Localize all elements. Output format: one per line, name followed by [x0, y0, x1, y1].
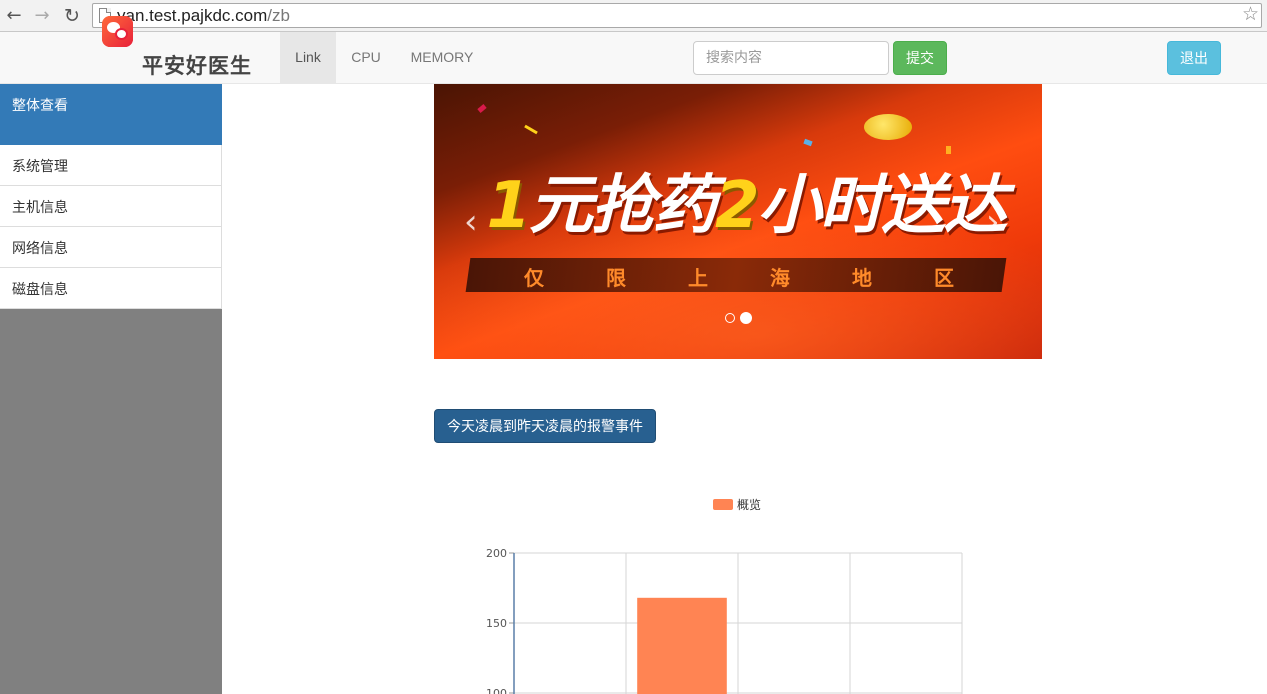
tab-cpu[interactable]: CPU — [336, 32, 396, 83]
search-input[interactable] — [693, 41, 889, 75]
sidebar-item-host[interactable]: 主机信息 — [0, 186, 222, 227]
y-tick-label: 150 — [486, 617, 507, 630]
promo-carousel[interactable]: 1元抢药2小时送达 仅 限 上 海 地 区 ‹ › — [434, 84, 1042, 359]
confetti — [946, 146, 951, 154]
confetti — [524, 124, 538, 135]
logout-button[interactable]: 退出 — [1167, 41, 1221, 75]
address-bar[interactable]: yan.test.pajkdc.com/zb ☆ — [92, 3, 1262, 28]
forward-arrow-icon[interactable]: → — [31, 5, 53, 27]
bar-overview — [637, 597, 727, 694]
carousel-next-icon[interactable]: › — [986, 202, 1000, 242]
coin-graphic — [864, 114, 912, 140]
promo-band-text: 仅 限 上 海 地 区 — [524, 266, 954, 290]
bookmark-star-icon[interactable]: ☆ — [1242, 3, 1259, 25]
y-tick-label: 100 — [486, 687, 507, 694]
tab-memory[interactable]: MEMORY — [396, 32, 488, 83]
back-arrow-icon[interactable]: ← — [3, 5, 25, 27]
reload-icon[interactable]: ↻ — [61, 5, 83, 27]
carousel-indicator-2[interactable] — [740, 312, 752, 324]
confetti — [803, 138, 813, 147]
navbar-content: Link CPU MEMORY 提交 退出 — [0, 32, 1267, 84]
promo-headline: 1元抢药2小时送达 — [486, 169, 1007, 243]
browser-toolbar: ← → ↻ yan.test.pajkdc.com/zb ☆ — [0, 0, 1267, 32]
confetti — [477, 104, 487, 113]
carousel-indicator-1[interactable] — [725, 313, 735, 323]
sidebar-item-network[interactable]: 网络信息 — [0, 227, 222, 268]
sidebar-item-overview[interactable]: 整体查看 — [0, 84, 222, 145]
tab-link[interactable]: Link — [280, 32, 336, 83]
overview-bar-chart: 概览 100 150 200 — [486, 497, 963, 694]
sidebar-item-system[interactable]: 系统管理 — [0, 145, 222, 186]
y-tick-label: 200 — [486, 547, 507, 560]
submit-button[interactable]: 提交 — [893, 41, 947, 75]
url-text: yan.test.pajkdc.com/zb — [117, 6, 290, 25]
alarm-events-button[interactable]: 今天凌晨到昨天凌晨的报警事件 — [434, 409, 656, 443]
legend-label: 概览 — [737, 497, 761, 512]
legend-swatch — [713, 499, 733, 510]
sidebar: 整体查看 系统管理 主机信息 网络信息 磁盘信息 — [0, 84, 222, 694]
carousel-prev-icon[interactable]: ‹ — [464, 202, 478, 242]
sidebar-item-disk[interactable]: 磁盘信息 — [0, 268, 222, 309]
